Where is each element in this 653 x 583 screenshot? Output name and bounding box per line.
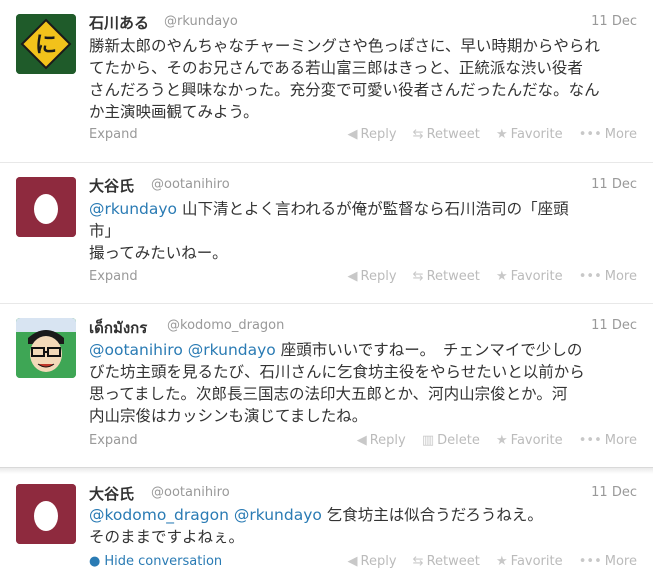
expand-link[interactable]: Expand (89, 127, 138, 142)
timestamp[interactable]: 11 Dec (591, 485, 637, 500)
tweet-text: 勝新太郎のやんちゃなチャーミングさや色っぽさに、早い時期からやられ てたから、そ… (89, 35, 641, 123)
avatar[interactable] (16, 484, 76, 544)
tweet-actions: ◀ Reply ▥ Delete ★ Favorite ••• More (345, 433, 637, 448)
more-icon: ••• (578, 269, 602, 284)
favorite-button[interactable]: ★ Favorite (496, 127, 563, 142)
tweet[interactable]: เด็กมังกร @kodomo_dragon 11 Dec @ootanih… (0, 304, 653, 468)
more-button[interactable]: ••• More (579, 554, 637, 569)
tweet-text-line: 内山宗俊はカッシンも演じてましたね。 (89, 407, 368, 425)
more-button[interactable]: ••• More (579, 433, 637, 448)
timestamp[interactable]: 11 Dec (591, 14, 637, 29)
display-name[interactable]: เด็กมังกร (89, 316, 147, 340)
tweet[interactable]: 大谷氏 @ootanihiro 11 Dec @kodomo_dragon @r… (0, 468, 653, 583)
star-icon: ★ (496, 269, 508, 284)
reply-icon: ◀ (356, 433, 367, 448)
reply-icon: ◀ (347, 554, 358, 569)
expand-link[interactable]: Expand (89, 269, 138, 284)
more-icon: ••• (578, 554, 602, 569)
mention-link[interactable]: @rkundayo (234, 506, 322, 524)
tweet-text: @rkundayo 山下清とよく言われるが俺が監督なら石川浩司の「座頭 市」 撮… (89, 198, 641, 264)
trash-icon: ▥ (421, 433, 435, 448)
tweet-text-line: さんだろうと興味なかった。充分変で可愛い役者さんだったんだな。なん (89, 81, 600, 99)
reply-button[interactable]: ◀ Reply (348, 269, 397, 284)
username[interactable]: @rkundayo (164, 14, 238, 29)
retweet-button[interactable]: ⇆ Retweet (413, 269, 480, 284)
tweet-text: @ootanihiro @rkundayo 座頭市いいですねー。 チェンマイで少… (89, 339, 641, 427)
tweet-actions: ◀ Reply ⇆ Retweet ★ Favorite ••• More (336, 554, 637, 569)
mention-link[interactable]: @rkundayo (188, 341, 276, 359)
mention-link[interactable]: @ootanihiro (89, 341, 183, 359)
display-name[interactable]: 大谷氏 (89, 175, 134, 196)
tweet-text-line: か主演映画観てみよう。 (89, 103, 259, 121)
default-egg-avatar-icon (16, 177, 76, 237)
favorite-button[interactable]: ★ Favorite (496, 554, 563, 569)
tweet-actions: ◀ Reply ⇆ Retweet ★ Favorite ••• More (336, 269, 637, 284)
speech-bubble-icon: ● (89, 554, 101, 569)
hide-conversation-link[interactable]: ● Hide conversation (89, 554, 222, 569)
cartoon-face-avatar-icon (16, 318, 76, 378)
retweet-icon: ⇆ (412, 127, 424, 142)
tweet-text-line: てたから、そのお兄さんである若山富三郎はきっと、正統派な渋い役者 (89, 59, 583, 77)
tweet-text-line: 勝新太郎のやんちゃなチャーミングさや色っぽさに、早い時期からやられ (89, 37, 600, 55)
tweet-header: 石川ある @rkundayo 11 Dec (89, 12, 637, 34)
expand-link[interactable]: Expand (89, 433, 138, 448)
more-icon: ••• (578, 127, 602, 142)
display-name[interactable]: 大谷氏 (89, 483, 134, 504)
reply-icon: ◀ (347, 127, 358, 142)
delete-button[interactable]: ▥ Delete (422, 433, 480, 448)
retweet-button[interactable]: ⇆ Retweet (413, 554, 480, 569)
avatar-road-sign-icon: に (16, 14, 76, 74)
tweet-text-line: 思ってました。次郎長三国志の法印大五郎とか、河内山宗俊とか。河 (89, 385, 568, 403)
tweet-text-line: 座頭市いいですねー。 チェンマイで少しの (275, 341, 583, 359)
reply-button[interactable]: ◀ Reply (348, 554, 397, 569)
reply-button[interactable]: ◀ Reply (357, 433, 406, 448)
star-icon: ★ (496, 433, 508, 448)
more-icon: ••• (578, 433, 602, 448)
default-egg-avatar-icon (16, 484, 76, 544)
tweet-text-line: びた坊主頭を見るたび、石川さんに乞食坊主役をやらせたいと以前から (89, 363, 585, 381)
mention-link[interactable]: @kodomo_dragon (89, 506, 229, 524)
retweet-icon: ⇆ (412, 554, 424, 569)
tweet[interactable]: に 石川ある @rkundayo 11 Dec 勝新太郎のやんちゃなチャーミング… (0, 0, 653, 163)
more-button[interactable]: ••• More (579, 127, 637, 142)
star-icon: ★ (496, 554, 508, 569)
reply-button[interactable]: ◀ Reply (348, 127, 397, 142)
username[interactable]: @ootanihiro (151, 177, 230, 192)
tweet-text-line: そのままですよねぇ。 (89, 528, 245, 546)
tweet-header: 大谷氏 @ootanihiro 11 Dec (89, 175, 637, 197)
tweet-text-line: 撮ってみたいねー。 (89, 244, 228, 262)
timestamp[interactable]: 11 Dec (591, 318, 637, 333)
avatar[interactable]: に (16, 14, 76, 74)
favorite-button[interactable]: ★ Favorite (496, 269, 563, 284)
mention-link[interactable]: @rkundayo (89, 200, 177, 218)
retweet-icon: ⇆ (412, 269, 424, 284)
retweet-button[interactable]: ⇆ Retweet (413, 127, 480, 142)
username[interactable]: @ootanihiro (151, 485, 230, 500)
tweet-text-line: 市」 (89, 222, 121, 240)
tweet[interactable]: 大谷氏 @ootanihiro 11 Dec @rkundayo 山下清とよく言… (0, 163, 653, 304)
star-icon: ★ (496, 127, 508, 142)
favorite-button[interactable]: ★ Favorite (496, 433, 563, 448)
display-name[interactable]: 石川ある (89, 12, 149, 33)
tweet-text-line: 乞食坊主は似合うだろうねえ。 (321, 506, 543, 524)
avatar[interactable] (16, 177, 76, 237)
timestamp[interactable]: 11 Dec (591, 177, 637, 192)
tweet-text-line: 山下清とよく言われるが俺が監督なら石川浩司の「座頭 (177, 200, 569, 218)
more-button[interactable]: ••• More (579, 269, 637, 284)
reply-icon: ◀ (347, 269, 358, 284)
avatar[interactable] (16, 318, 76, 378)
tweet-text: @kodomo_dragon @rkundayo 乞食坊主は似合うだろうねえ。 … (89, 504, 641, 548)
tweet-header: 大谷氏 @ootanihiro 11 Dec (89, 483, 637, 505)
avatar-sign-text: に (35, 33, 57, 58)
tweet-header: เด็กมังกร @kodomo_dragon 11 Dec (89, 316, 637, 338)
tweet-actions: ◀ Reply ⇆ Retweet ★ Favorite ••• More (336, 127, 637, 142)
username[interactable]: @kodomo_dragon (167, 318, 284, 333)
